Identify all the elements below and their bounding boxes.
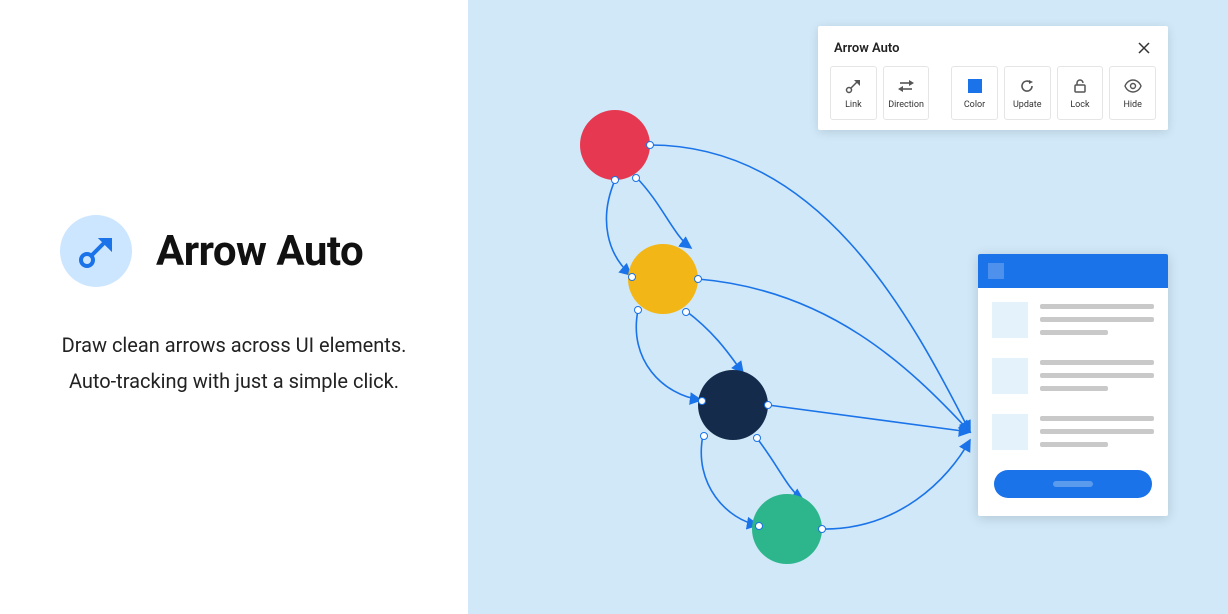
thumbnail-placeholder (992, 358, 1028, 394)
node-red[interactable] (580, 110, 650, 180)
node-gold[interactable] (628, 244, 698, 314)
port[interactable] (682, 308, 690, 316)
hero-title-row: Arrow Auto (60, 215, 408, 287)
button-label: Color (964, 100, 985, 110)
mock-header-square-icon (988, 263, 1004, 279)
direction-button[interactable]: Direction (883, 66, 930, 120)
arrow-link-icon (74, 229, 118, 273)
app-title: Arrow Auto (156, 227, 363, 276)
port[interactable] (611, 176, 619, 184)
text-lines-placeholder (1040, 414, 1154, 447)
hero-left: Arrow Auto Draw clean arrows across UI e… (0, 0, 468, 614)
cta-label-placeholder (1053, 481, 1093, 487)
port[interactable] (628, 273, 636, 281)
thumbnail-placeholder (992, 302, 1028, 338)
button-label: Lock (1070, 100, 1089, 110)
port[interactable] (698, 397, 706, 405)
port[interactable] (634, 306, 642, 314)
toolbar-panel: Arrow Auto Link (818, 26, 1168, 130)
toolbar-buttons: Link Direction Color (818, 66, 1168, 120)
port[interactable] (755, 522, 763, 530)
refresh-icon (1017, 76, 1037, 96)
update-button[interactable]: Update (1004, 66, 1051, 120)
button-label: Link (845, 100, 862, 110)
button-label: Hide (1123, 100, 1141, 110)
arrow-link-icon (843, 76, 863, 96)
mock-cta-button[interactable] (994, 470, 1152, 498)
lock-button[interactable]: Lock (1057, 66, 1104, 120)
toolbar-header: Arrow Auto (818, 26, 1168, 66)
eye-icon (1123, 76, 1143, 96)
list-item (992, 414, 1154, 450)
port[interactable] (818, 525, 826, 533)
close-button[interactable] (1136, 40, 1152, 56)
close-icon (1136, 40, 1152, 56)
app-subtitle-line-2: Auto-tracking with just a simple click. (60, 363, 408, 399)
mock-card-header (978, 254, 1168, 288)
port[interactable] (700, 432, 708, 440)
mock-card[interactable] (978, 254, 1168, 516)
color-button[interactable]: Color (951, 66, 998, 120)
button-label: Direction (888, 100, 924, 110)
list-item (992, 302, 1154, 338)
app-logo (60, 215, 132, 287)
list-item (992, 358, 1154, 394)
app-subtitle-line-1: Draw clean arrows across UI elements. (60, 327, 408, 363)
lock-icon (1070, 76, 1090, 96)
button-label: Update (1013, 100, 1042, 110)
node-navy[interactable] (698, 370, 768, 440)
canvas-area: Arrow Auto Link (468, 0, 1228, 614)
port[interactable] (646, 141, 654, 149)
thumbnail-placeholder (992, 414, 1028, 450)
hide-button[interactable]: Hide (1109, 66, 1156, 120)
port[interactable] (694, 275, 702, 283)
port[interactable] (764, 401, 772, 409)
link-button[interactable]: Link (830, 66, 877, 120)
color-swatch-icon (965, 76, 985, 96)
port[interactable] (632, 174, 640, 182)
text-lines-placeholder (1040, 358, 1154, 391)
port[interactable] (753, 434, 761, 442)
node-teal[interactable] (752, 494, 822, 564)
direction-icon (896, 76, 916, 96)
text-lines-placeholder (1040, 302, 1154, 335)
mock-card-body (978, 288, 1168, 516)
toolbar-title: Arrow Auto (834, 41, 899, 56)
